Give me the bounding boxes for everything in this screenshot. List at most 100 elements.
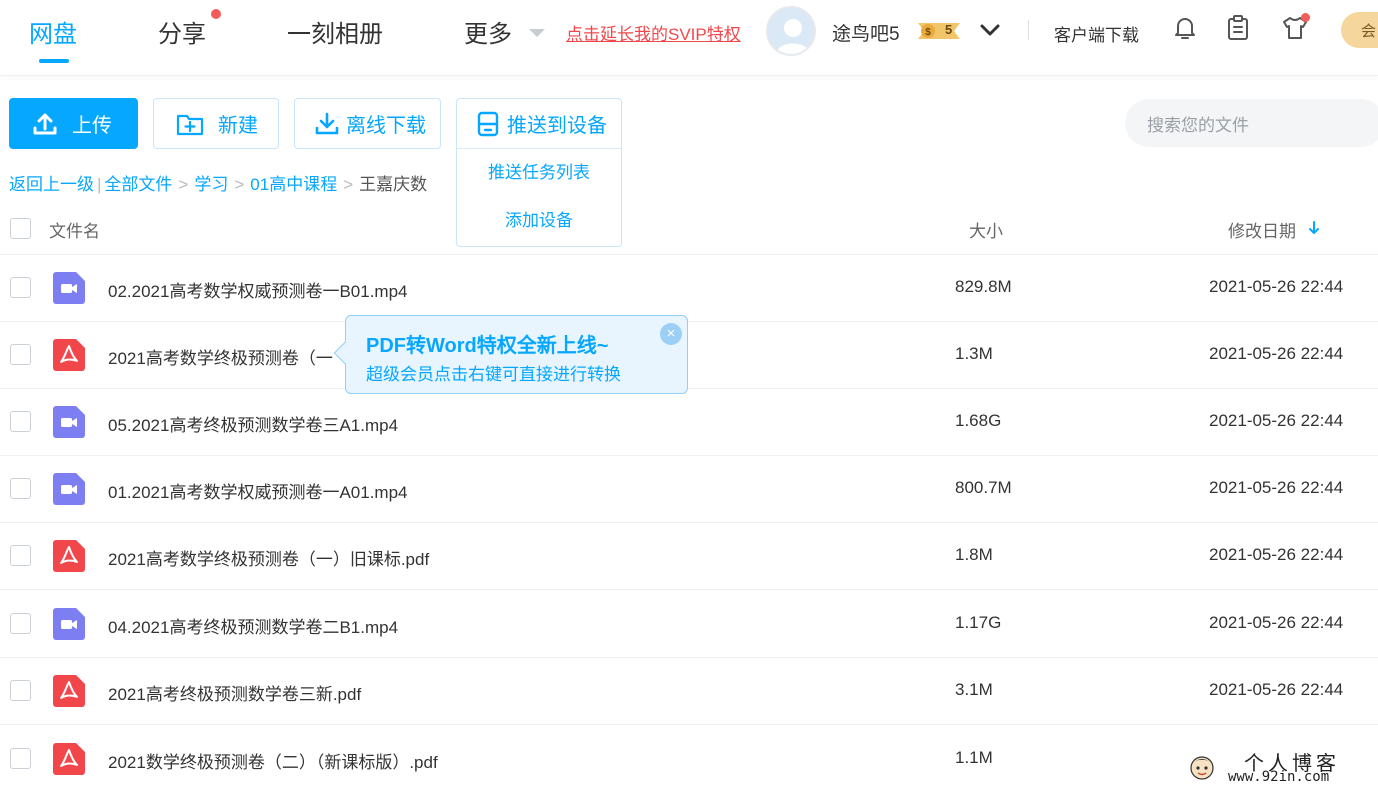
tab-moment-album[interactable]: 一刻相册 (287, 14, 383, 49)
table-row[interactable]: 2021数学终极预测卷（二）（新课标版）.pdf 1.1M (0, 726, 1378, 789)
sort-down-arrow-icon[interactable] (1307, 220, 1321, 236)
member-center-button[interactable]: 会 (1341, 12, 1378, 48)
breadcrumb-separator: > (343, 175, 354, 194)
chevron-down-icon[interactable] (978, 18, 1002, 42)
watermark: 个人博客 www.92in.com (1188, 747, 1378, 789)
file-name[interactable]: 04.2021高考终极预测数学卷二B1.mp4 (108, 613, 398, 638)
file-date: 2021-05-26 22:44 (1209, 411, 1344, 430)
file-date: 2021-05-26 22:44 (1209, 680, 1344, 699)
row-checkbox[interactable] (10, 545, 31, 566)
clipboard-icon[interactable] (1224, 14, 1252, 42)
table-row[interactable]: 02.2021高考数学权威预测卷一B01.mp4 829.8M 2021-05-… (0, 255, 1378, 322)
file-name[interactable]: 2021高考终极预测数学卷三新.pdf (108, 680, 361, 705)
tooltip-title: PDF转Word特权全新上线~ (366, 335, 609, 357)
file-date: 2021-05-26 22:44 (1209, 545, 1344, 564)
new-folder-button[interactable]: 新建 (153, 98, 279, 149)
file-size: 1.17G (955, 613, 1002, 632)
column-header-name[interactable]: 文件名 (49, 217, 100, 242)
table-row[interactable]: 05.2021高考终极预测数学卷三A1.mp4 1.68G 2021-05-26… (0, 389, 1378, 456)
pdf-file-icon (53, 339, 85, 371)
file-size: 829.8M (955, 277, 1012, 296)
svg-text:$: $ (925, 27, 931, 38)
file-name[interactable]: 2021数学终极预测卷（二）（新课标版）.pdf (108, 748, 438, 773)
table-row[interactable]: 04.2021高考终极预测数学卷二B1.mp4 1.17G 2021-05-26… (0, 591, 1378, 658)
new-label: 新建 (218, 115, 258, 137)
svip-level-number: 5 (945, 22, 953, 37)
table-row[interactable]: 2021高考数学终极预测卷（一 1.3M 2021-05-26 22:44 (0, 322, 1378, 389)
row-checkbox[interactable] (10, 411, 31, 432)
svip-extend-link[interactable]: 点击延长我的SVIP特权 (566, 20, 741, 45)
table-row[interactable]: 01.2021高考数学权威预测卷一A01.mp4 800.7M 2021-05-… (0, 456, 1378, 523)
breadcrumb-item-study[interactable]: 学习 (194, 175, 228, 194)
file-name[interactable]: 2021高考数学终极预测卷（一 (108, 344, 333, 369)
file-date: 2021-05-26 22:44 (1209, 613, 1344, 632)
pdf-file-icon (53, 675, 85, 707)
file-size: 3.1M (955, 680, 993, 699)
skin-notification-dot (1301, 13, 1310, 22)
file-table-header: 文件名 大小 修改日期 (0, 201, 1378, 255)
svip-level-badge: $ 5 (914, 20, 964, 42)
file-name[interactable]: 2021高考数学终极预测卷（一）旧课标.pdf (108, 545, 429, 570)
file-size: 1.68G (955, 411, 1002, 430)
breadcrumb-current: 王嘉庆数 (359, 175, 428, 194)
pdf-file-icon (53, 540, 85, 572)
video-file-icon (53, 608, 85, 640)
tab-share[interactable]: 分享 (158, 14, 206, 49)
table-row[interactable]: 2021高考终极预测数学卷三新.pdf 3.1M 2021-05-26 22:4… (0, 658, 1378, 725)
video-file-icon (53, 272, 85, 304)
offline-download-button[interactable]: 离线下载 (294, 98, 441, 149)
push-to-device-label: 推送到设备 (507, 115, 607, 137)
breadcrumb-separator: > (178, 175, 189, 194)
video-file-icon (53, 473, 85, 505)
breadcrumb-item-all-files[interactable]: 全部文件 (104, 175, 172, 194)
column-header-size[interactable]: 大小 (969, 217, 1003, 242)
tab-netdisk[interactable]: 网盘 (29, 14, 77, 49)
breadcrumb-item-highschool[interactable]: 01高中课程 (250, 175, 337, 194)
row-checkbox[interactable] (10, 680, 31, 701)
row-checkbox[interactable] (10, 613, 31, 634)
upload-icon (33, 113, 57, 134)
upload-label: 上传 (72, 115, 112, 137)
table-row[interactable]: 2021高考数学终极预测卷（一）旧课标.pdf 1.8M 2021-05-26 … (0, 523, 1378, 590)
breadcrumb: 返回上一级 | 全部文件 > 学习 >01高中课程 > 王嘉庆数 (9, 170, 427, 195)
file-date: 2021-05-26 22:44 (1209, 344, 1344, 363)
bell-icon[interactable] (1171, 14, 1199, 42)
download-icon (315, 112, 339, 134)
breadcrumb-back-link[interactable]: 返回上一级 (9, 175, 94, 194)
divider (1028, 20, 1029, 40)
tooltip-subtitle: 超级会员点击右键可直接进行转换 (366, 365, 621, 384)
username[interactable]: 途鸟吧5 (832, 19, 900, 46)
file-size: 1.3M (955, 344, 993, 363)
close-icon[interactable]: × (660, 323, 682, 345)
file-name[interactable]: 02.2021高考数学权威预测卷一B01.mp4 (108, 277, 408, 302)
pdf-to-word-tooltip: PDF转Word特权全新上线~ 超级会员点击右键可直接进行转换 × (333, 315, 688, 394)
row-checkbox[interactable] (10, 748, 31, 769)
user-avatar-icon (776, 19, 810, 54)
client-download-link[interactable]: 客户端下载 (1054, 21, 1139, 46)
search-input[interactable]: 搜索您的文件 (1125, 99, 1378, 147)
breadcrumb-divider: | (97, 175, 102, 194)
pdf-file-icon (53, 743, 85, 775)
file-name[interactable]: 05.2021高考终极预测数学卷三A1.mp4 (108, 411, 398, 436)
tab-more[interactable]: 更多 (464, 14, 512, 49)
avatar[interactable] (766, 6, 816, 56)
push-to-device-button[interactable]: 推送到设备 (457, 99, 621, 149)
row-checkbox[interactable] (10, 344, 31, 365)
column-header-date[interactable]: 修改日期 (1228, 217, 1296, 242)
row-checkbox[interactable] (10, 277, 31, 298)
folder-plus-icon (176, 114, 204, 135)
share-notification-dot (211, 9, 221, 19)
caret-down-icon[interactable] (529, 29, 545, 37)
select-all-checkbox[interactable] (10, 218, 31, 239)
breadcrumb-separator: > (234, 175, 245, 194)
video-file-icon (53, 406, 85, 438)
file-name[interactable]: 01.2021高考数学权威预测卷一A01.mp4 (108, 478, 408, 503)
device-icon (477, 111, 499, 136)
row-checkbox[interactable] (10, 478, 31, 499)
file-date: 2021-05-26 22:44 (1209, 478, 1344, 497)
menu-item-push-task-list[interactable]: 推送任务列表 (457, 149, 621, 197)
svip-badge-icon: $ (918, 23, 960, 39)
top-navigation-bar: 网盘 分享 一刻相册 更多 点击延长我的SVIP特权 途鸟吧5 $ 5 客户端下… (0, 0, 1378, 76)
file-size: 1.8M (955, 545, 993, 564)
upload-button[interactable]: 上传 (9, 98, 138, 149)
